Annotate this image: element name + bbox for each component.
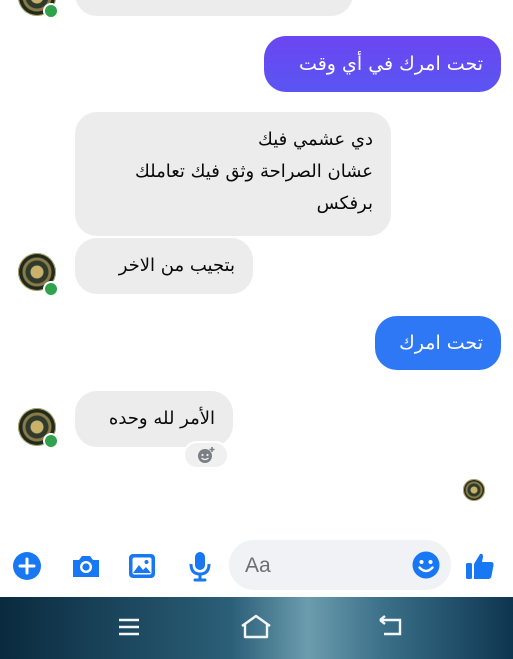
- message-text: تحت امرك: [399, 332, 483, 354]
- message-bubble-received[interactable]: دي عشمي فيك عشان الصراحة وثق فيك تعاملك …: [75, 112, 391, 236]
- add-reaction-icon: [198, 447, 215, 463]
- message-text-line: دي عشمي فيك: [258, 129, 373, 150]
- seen-avatar: [463, 479, 485, 501]
- back-button[interactable]: [374, 612, 408, 642]
- message-text-line: عشان الصراحة وثق فيك تعاملك: [134, 161, 373, 182]
- online-status-dot: [43, 3, 59, 19]
- plus-icon: [13, 552, 41, 580]
- voice-message-button[interactable]: [184, 550, 216, 582]
- message-input[interactable]: [243, 548, 407, 584]
- gallery-button[interactable]: [126, 550, 158, 582]
- online-status-dot: [43, 433, 59, 449]
- message-bubble-received[interactable]: بتجيب من الاخر: [75, 238, 253, 294]
- emoji-icon: [412, 551, 440, 579]
- recents-icon: [119, 618, 139, 636]
- message-bubble-sent[interactable]: تحت امرك: [375, 316, 501, 370]
- like-button[interactable]: [464, 550, 496, 582]
- message-text: الأمر لله وحده: [108, 408, 215, 429]
- microphone-icon: [189, 552, 211, 582]
- camera-icon: [73, 556, 99, 577]
- home-icon: [241, 614, 271, 639]
- add-reaction-button[interactable]: [183, 441, 229, 469]
- home-button[interactable]: [239, 612, 273, 642]
- gallery-icon: [129, 554, 155, 578]
- system-navigation-bar: [0, 597, 513, 659]
- camera-button[interactable]: [70, 550, 102, 582]
- message-text: بتجيب من الاخر: [118, 255, 235, 276]
- message-text: تحت امرك في أي وقت: [299, 53, 483, 75]
- message-bubble-received[interactable]: الأمر لله وحده: [75, 391, 233, 447]
- more-actions-button[interactable]: [11, 550, 43, 582]
- message-input-container[interactable]: [229, 540, 451, 590]
- thumbs-up-icon: [466, 553, 494, 579]
- chat-thread: تحت امرك في أي وقت دي عشمي فيك عشان الصر…: [0, 0, 513, 538]
- emoji-button[interactable]: [411, 550, 441, 580]
- recents-button[interactable]: [112, 612, 146, 642]
- online-status-dot: [43, 281, 59, 297]
- back-icon: [379, 615, 402, 636]
- message-bubble-sent[interactable]: تحت امرك في أي وقت: [264, 36, 501, 92]
- message-bubble-partial[interactable]: [75, 0, 353, 16]
- message-text-line: برفكس: [316, 193, 373, 214]
